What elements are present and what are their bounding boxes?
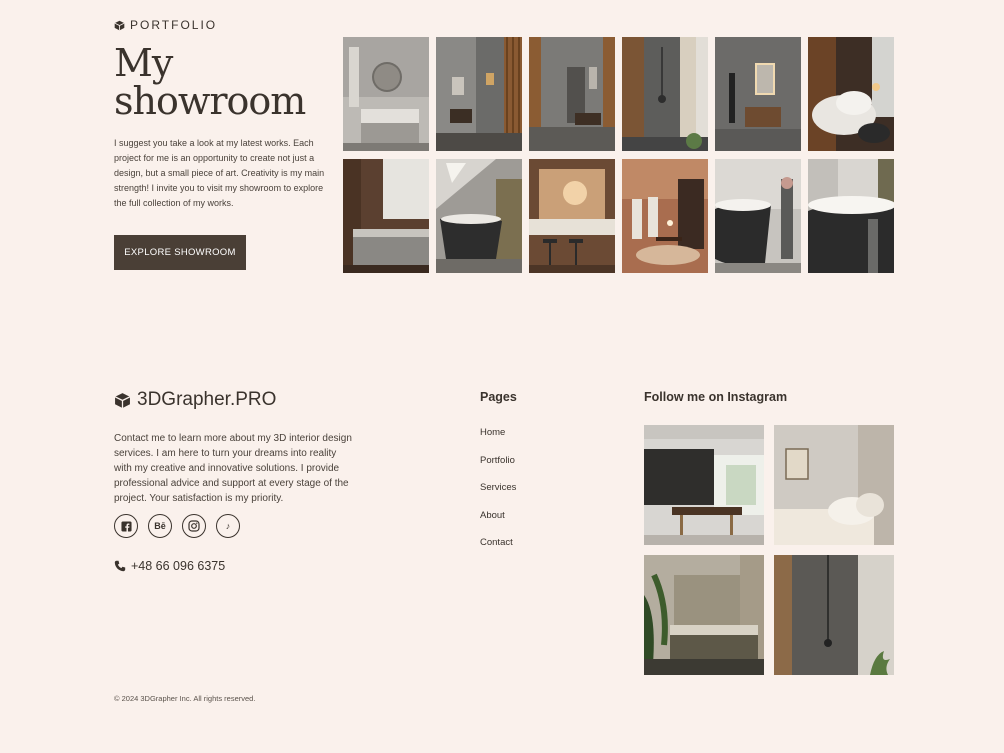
title-line-1: My xyxy=(114,41,173,85)
kitchen-dining-image[interactable] xyxy=(644,425,764,545)
tiktok-glyph: ♪ xyxy=(225,521,231,531)
facebook-icon[interactable] xyxy=(114,514,138,538)
tiktok-icon[interactable]: ♪ xyxy=(216,514,240,538)
kitchen-bar-image[interactable] xyxy=(529,159,615,273)
nav-link-home[interactable]: Home xyxy=(480,427,516,455)
explore-showroom-button[interactable]: EXPLORE SHOWROOM xyxy=(114,235,246,270)
portfolio-description: I suggest you take a look at my latest w… xyxy=(114,138,325,208)
dining-room-image[interactable] xyxy=(622,159,708,273)
cube-icon xyxy=(114,392,131,408)
behance-glyph: Bē xyxy=(154,521,166,531)
brand-logo[interactable]: 3DGrapher.PRO xyxy=(114,389,276,411)
phone-icon xyxy=(114,560,126,572)
pages-heading: Pages xyxy=(480,390,517,404)
shower-wood-image[interactable] xyxy=(436,37,522,151)
bathroom-vanity-image[interactable] xyxy=(715,37,801,151)
nav-link-portfolio[interactable]: Portfolio xyxy=(480,455,516,483)
footer-nav: Home Portfolio Services About Contact xyxy=(480,427,516,565)
instagram-heading: Follow me on Instagram xyxy=(644,390,788,404)
behance-icon[interactable]: Bē xyxy=(148,514,172,538)
bedroom-pillows-image[interactable] xyxy=(808,37,894,151)
copyright-text: © 2024 3DGrapher Inc. All rights reserve… xyxy=(114,694,256,703)
nav-link-services[interactable]: Services xyxy=(480,482,516,510)
nav-link-about[interactable]: About xyxy=(480,510,516,538)
page-title: My showroom xyxy=(114,41,306,123)
bathtub-closeup-image[interactable] xyxy=(808,159,894,273)
portfolio-eyebrow: PORTFOLIO xyxy=(114,18,217,32)
nav-link-contact[interactable]: Contact xyxy=(480,537,516,565)
social-links: Bē ♪ xyxy=(114,514,240,538)
shower-stone-image[interactable] xyxy=(774,555,894,675)
bathroom-door-image[interactable] xyxy=(529,37,615,151)
bedroom-wood-image[interactable] xyxy=(343,159,429,273)
shower-concrete-image[interactable] xyxy=(622,37,708,151)
bedroom-plants-image[interactable] xyxy=(644,555,764,675)
title-line-2: showroom xyxy=(114,79,306,123)
footer-description: Contact me to learn more about my 3D int… xyxy=(114,433,352,504)
bedroom-light-image[interactable] xyxy=(774,425,894,545)
phone-contact[interactable]: +48 66 096 6375 xyxy=(114,559,225,573)
showroom-gallery xyxy=(343,37,894,273)
eyebrow-label: PORTFOLIO xyxy=(130,18,218,32)
instagram-grid xyxy=(644,425,894,675)
bathroom-mirror-image[interactable] xyxy=(343,37,429,151)
bathtub-skylight-image[interactable] xyxy=(436,159,522,273)
cube-icon xyxy=(114,20,125,30)
brand-name: 3DGrapher.PRO xyxy=(137,389,277,410)
bathtub-grey-image[interactable] xyxy=(715,159,801,273)
phone-number: +48 66 096 6375 xyxy=(131,559,226,573)
instagram-icon[interactable] xyxy=(182,514,206,538)
